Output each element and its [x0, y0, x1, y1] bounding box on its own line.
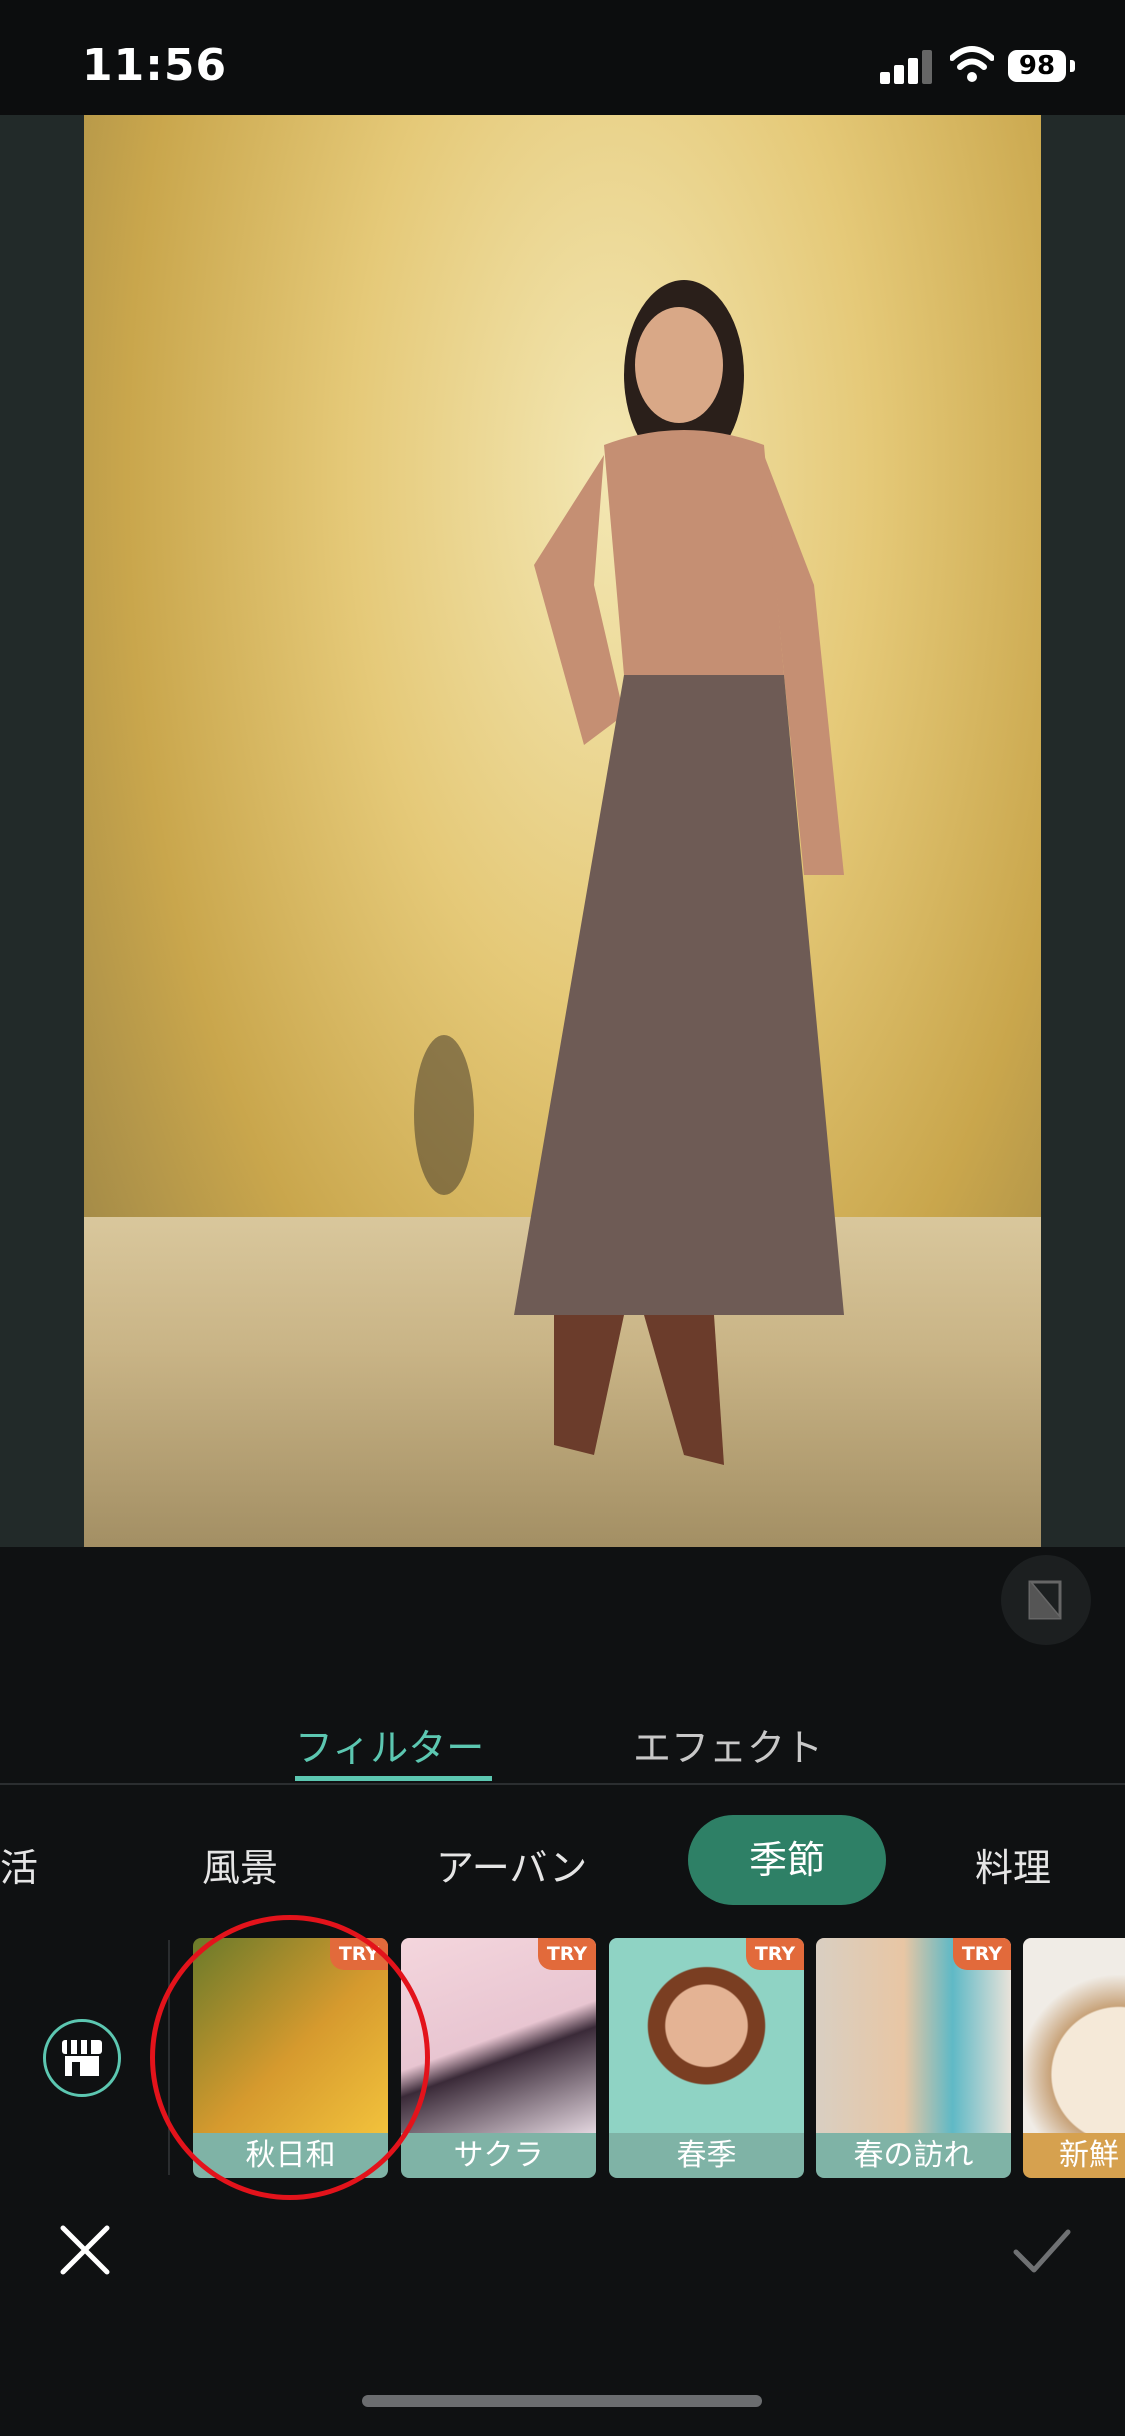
filter-thumb-spring-arrival[interactable]: TRY 春の訪れ	[816, 1938, 1011, 2178]
highlight-annotation-circle	[150, 1915, 430, 2200]
filter-categories: 生活 風景 アーバン 季節 料理	[0, 1812, 1125, 1907]
status-bar: 11:56 98	[0, 0, 1125, 115]
category-life[interactable]: 生活	[0, 1837, 38, 1892]
home-indicator	[362, 2395, 762, 2407]
photo-subject	[414, 280, 844, 1465]
shop-icon	[62, 2040, 102, 2076]
tab-filter[interactable]: フィルター	[295, 1717, 484, 1772]
status-time: 11:56	[82, 40, 228, 91]
filter-shop-button[interactable]	[43, 2019, 121, 2097]
photo-canvas-area	[0, 115, 1125, 1547]
filter-thumb-sakura[interactable]: TRY サクラ	[401, 1938, 596, 2178]
signal-icon	[880, 50, 934, 84]
category-landscape[interactable]: 風景	[202, 1837, 278, 1892]
battery-tip	[1070, 60, 1075, 72]
tab-active-indicator	[295, 1776, 492, 1781]
filter-thumb-spring[interactable]: TRY 春季	[609, 1938, 804, 2178]
filter-thumb-fresh[interactable]: 新鮮	[1023, 1938, 1125, 2178]
thumb-label: サクラ	[401, 2133, 596, 2178]
compare-button[interactable]	[1001, 1555, 1091, 1645]
thumb-label: 春季	[609, 2133, 804, 2178]
battery-icon: 98	[1008, 50, 1066, 82]
thumb-image	[1023, 1938, 1125, 2133]
compare-icon	[1028, 1580, 1062, 1620]
category-food[interactable]: 料理	[975, 1837, 1051, 1892]
try-badge: TRY	[538, 1938, 596, 1970]
thumb-label: 新鮮	[1023, 2133, 1125, 2178]
thumb-label: 春の訪れ	[816, 2133, 1011, 2178]
editor-tabs: フィルター エフェクト	[0, 1705, 1125, 1785]
try-badge: TRY	[746, 1938, 804, 1970]
wifi-icon	[950, 46, 994, 82]
category-season[interactable]: 季節	[688, 1815, 886, 1905]
category-urban[interactable]: アーバン	[436, 1837, 587, 1892]
tab-effect[interactable]: エフェクト	[633, 1717, 823, 1772]
edited-photo[interactable]	[84, 115, 1041, 1547]
try-badge: TRY	[953, 1938, 1011, 1970]
close-icon[interactable]	[55, 2220, 115, 2280]
check-icon[interactable]	[1010, 2220, 1072, 2280]
